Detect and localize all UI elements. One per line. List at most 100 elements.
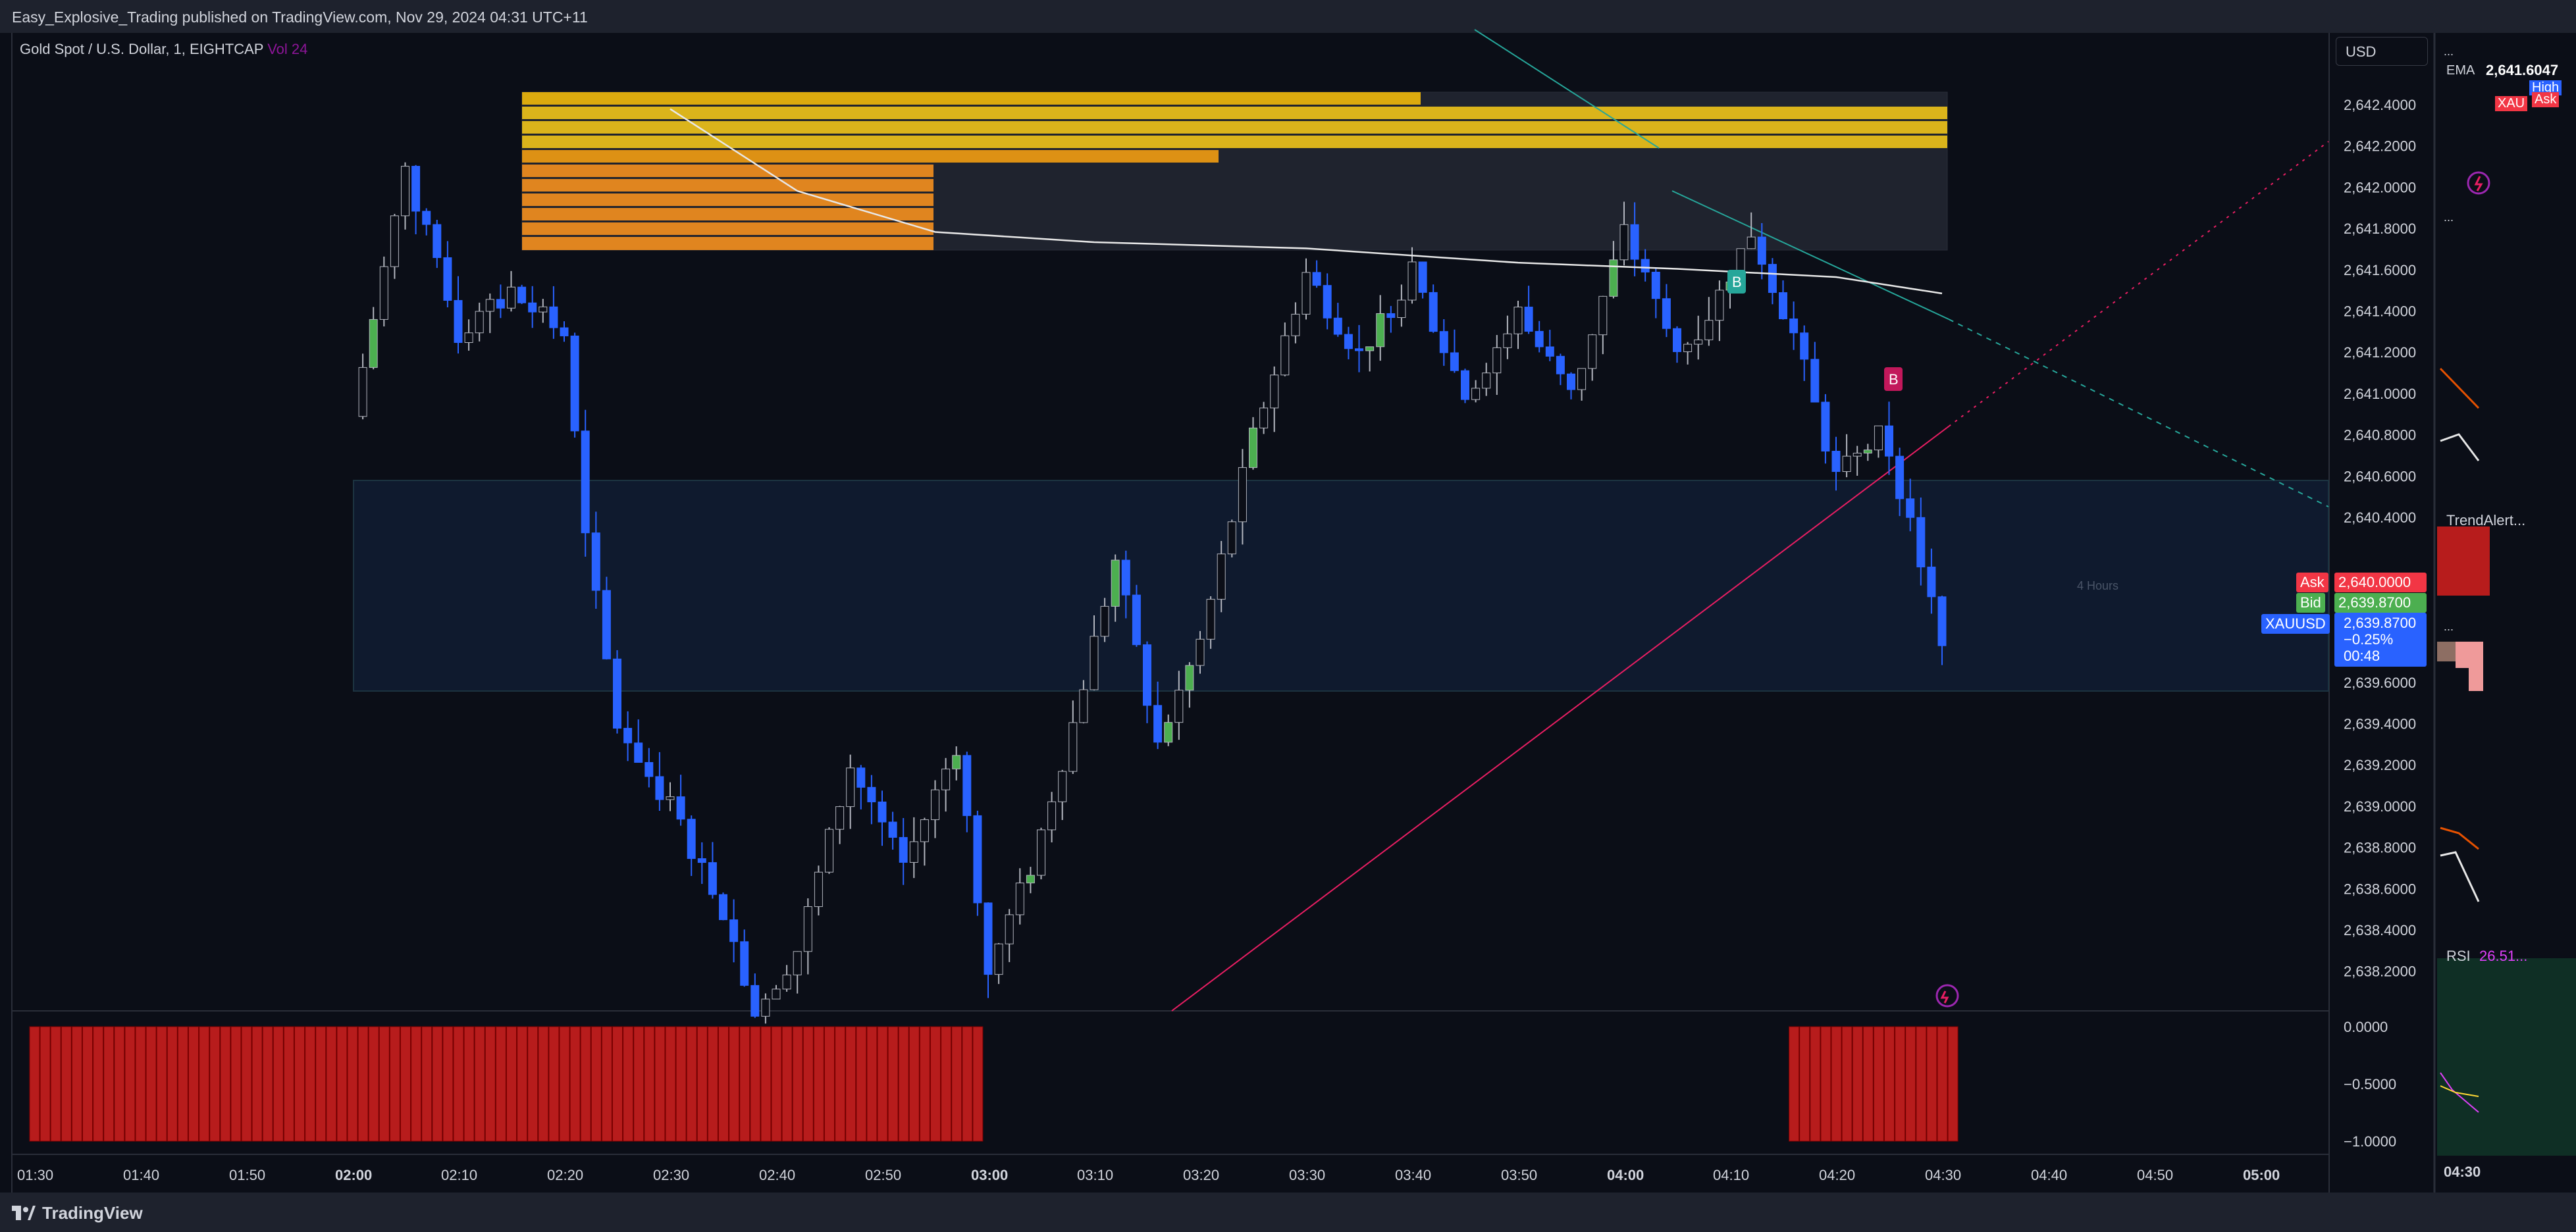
histogram-bar [517,1026,528,1142]
histogram-bar [82,1026,93,1142]
side-more-3[interactable]: ... [2444,620,2454,634]
candle-body [708,862,717,895]
histogram-bar [633,1026,644,1142]
histogram-bar [368,1026,379,1142]
histogram-bar [326,1026,337,1142]
candle-body [1323,285,1332,319]
histogram-bar [411,1026,422,1142]
histogram-bar [898,1026,909,1142]
candle-body [1619,224,1629,261]
candle [517,284,527,304]
histogram-bar [845,1026,856,1142]
histogram-bar [750,1026,761,1142]
histogram-bar [1895,1026,1906,1142]
histogram-bar [919,1026,930,1142]
candle-body [1450,352,1459,371]
histogram-bar [569,1026,581,1142]
candle-body [1301,272,1311,315]
currency-selector[interactable]: USD [2336,37,2428,66]
alert-side-icon[interactable] [2465,170,2492,196]
candle-body [867,786,876,802]
histogram-bar [675,1026,687,1142]
histogram-bar [1789,1026,1800,1142]
candle-body [1683,344,1693,352]
side-more-1[interactable]: ... [2444,45,2454,59]
candle-body [1217,553,1226,600]
bid-label-tag: Bid [2296,593,2325,613]
histogram-bar [145,1026,157,1142]
time-tick-label: 02:30 [653,1167,689,1183]
candle-body [1291,313,1300,336]
candle [973,810,982,916]
histogram-bar [1799,1026,1810,1142]
candle-body [1047,801,1057,831]
candle-body [1121,559,1130,596]
candle-body [1407,261,1417,301]
histogram-bar [71,1026,82,1142]
histogram-bar [813,1026,824,1142]
time-tick-label: 04:30 [1925,1167,1961,1183]
time-tick-label: 04:00 [1607,1167,1644,1183]
histogram-bar [283,1026,294,1142]
candle-body [1132,594,1141,646]
candle-body [803,906,812,952]
candle-body [1005,914,1014,944]
histogram-bar [453,1026,464,1142]
price-chart[interactable]: 4 Hours B B 2,642.40002,642.20002,642.00… [0,0,2576,1232]
histogram-bar [230,1026,242,1142]
candle-body [1355,348,1363,351]
candle-body [443,257,452,301]
candle-body [1567,373,1575,390]
candle-body [719,894,727,921]
candle [1461,369,1469,403]
histogram-bar [665,1026,676,1142]
tradingview-logo[interactable]: TradingView [12,1202,143,1224]
histogram-bar [527,1026,539,1142]
candle-body [846,767,855,808]
histogram-bar [686,1026,697,1142]
candle-body [676,796,685,820]
candle-body [1333,317,1342,335]
time-tick-label: 03:20 [1183,1167,1219,1183]
candle-body [401,166,409,217]
time-tick-label: 02:20 [547,1167,583,1183]
price-tick-label: 2,638.4000 [2344,922,2416,938]
histogram-bar [357,1026,369,1142]
candle-body [1270,374,1279,409]
symbol-legend[interactable]: Gold Spot / U.S. Dollar, 1, EIGHTCAP Vol… [20,41,307,58]
histogram-bar [760,1026,772,1142]
candle-body [994,943,1003,975]
candle-body [1026,875,1035,884]
ema-label: EMA [2446,63,2475,78]
histogram-bar [591,1026,602,1142]
candle-body [1768,264,1777,294]
candle-body [941,768,951,790]
histogram-bar [251,1026,263,1142]
candle-body [475,311,484,334]
candle-body [1418,261,1427,293]
price-tick-label: 2,642.4000 [2344,97,2416,113]
mini-trend-lines [2439,367,2480,461]
side-more-2[interactable]: ... [2444,211,2454,224]
time-tick-label: 04:20 [1819,1167,1855,1183]
tradingview-brand: TradingView [42,1202,143,1223]
price-tick-label: 2,640.6000 [2344,468,2416,484]
histogram-bar [432,1026,443,1142]
histogram-bar [612,1026,623,1142]
histogram-bar [548,1026,560,1142]
price-tick-label: 2,641.2000 [2344,344,2416,361]
histogram-bar [856,1026,867,1142]
candle [1227,519,1236,557]
candle-body [1651,271,1660,299]
candle-body [1174,690,1184,723]
candle-body [634,742,643,763]
candle-body [697,858,706,863]
candle-body [1747,236,1756,249]
candle-body [1842,455,1851,473]
candle-body [687,819,696,860]
symbol-tag: XAUUSD [2261,614,2330,634]
candle-body [835,806,845,830]
time-tick-label: 01:40 [123,1167,159,1183]
candle-body [1164,722,1173,743]
candle-body [1662,298,1671,329]
